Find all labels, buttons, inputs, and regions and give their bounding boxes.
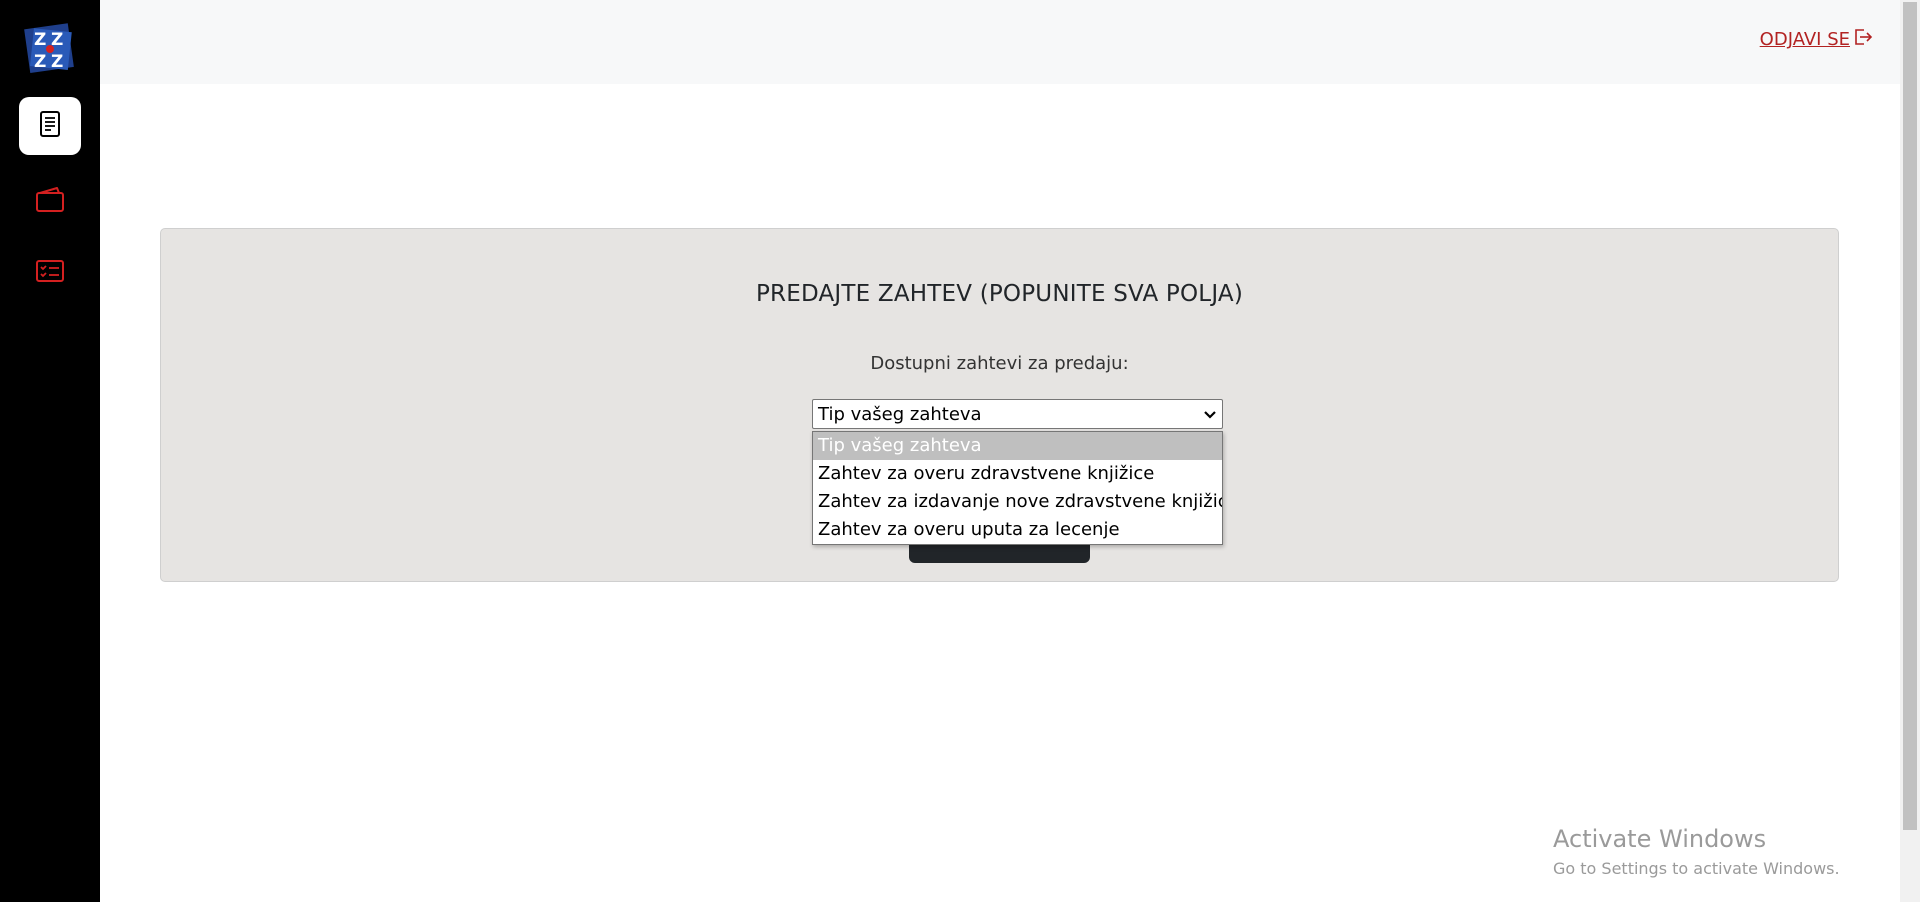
- watermark-title: Activate Windows: [1553, 825, 1767, 853]
- sidebar-item-wallet[interactable]: [19, 172, 81, 230]
- dropdown-option[interactable]: Zahtev za overu zdravstvene knjižice: [813, 460, 1222, 488]
- request-type-dropdown: Tip vašeg zahteva Zahtev za overu zdravs…: [812, 431, 1223, 545]
- form-subtitle: Dostupni zahtevi za predaju:: [870, 353, 1129, 374]
- sidebar: Z Z Z Z: [0, 0, 100, 902]
- windows-activation-watermark: Activate Windows Go to Settings to activ…: [1553, 825, 1840, 878]
- dropdown-option[interactable]: Zahtev za overu uputa za lecenje: [813, 516, 1222, 544]
- checklist-icon: [35, 259, 65, 287]
- page-title: PREDAJTE ZAHTEV (POPUNITE SVA POLJA): [755, 281, 1244, 307]
- svg-text:Z: Z: [34, 30, 46, 50]
- document-icon: [38, 110, 62, 142]
- sidebar-item-requests[interactable]: [19, 97, 81, 155]
- request-type-select[interactable]: Tip vašeg zahteva: [812, 399, 1223, 429]
- app-logo[interactable]: Z Z Z Z: [24, 22, 76, 74]
- logout-label: ODJAVI SE: [1759, 29, 1850, 50]
- scroll-thumb[interactable]: [1903, 2, 1917, 830]
- wallet-icon: [35, 185, 65, 217]
- svg-text:Z: Z: [34, 52, 46, 72]
- sidebar-item-tasks[interactable]: [19, 244, 81, 302]
- page-scrollbar[interactable]: [1900, 0, 1920, 902]
- logout-icon: [1853, 28, 1873, 51]
- svg-text:Z: Z: [51, 52, 63, 72]
- chevron-down-icon: [1203, 404, 1217, 425]
- dropdown-option[interactable]: Zahtev za izdavanje nove zdravstvene knj…: [813, 488, 1222, 516]
- logout-link[interactable]: ODJAVI SE: [1760, 28, 1873, 51]
- select-value: Tip vašeg zahteva: [818, 403, 982, 425]
- submit-button[interactable]: [909, 543, 1090, 563]
- dropdown-option[interactable]: Tip vašeg zahteva: [813, 432, 1222, 460]
- top-header: ODJAVI SE: [100, 0, 1900, 84]
- watermark-subtitle: Go to Settings to activate Windows.: [1553, 859, 1840, 878]
